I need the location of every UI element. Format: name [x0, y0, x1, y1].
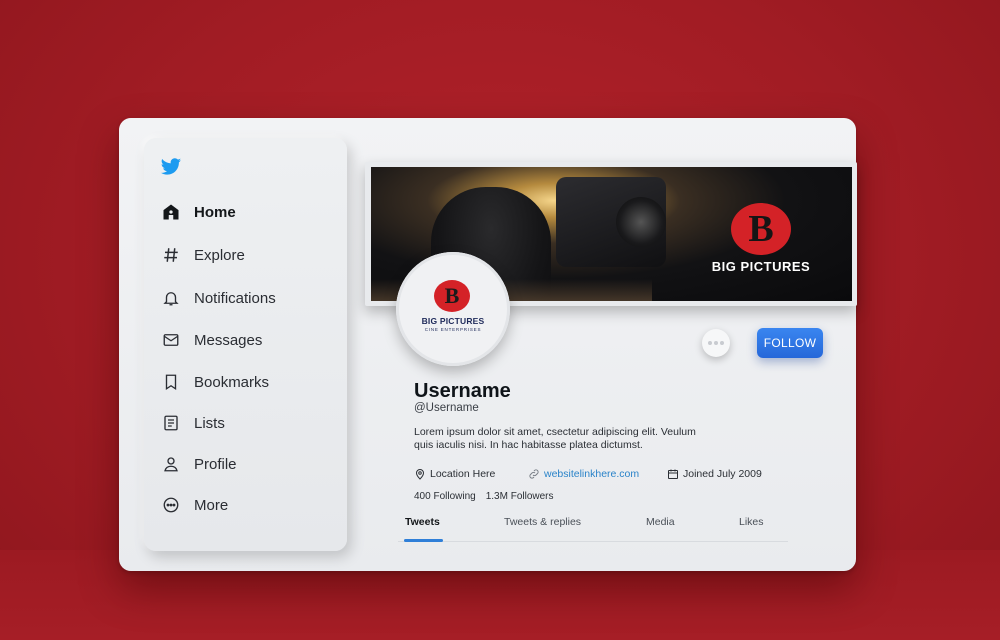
bookmark-icon [160, 371, 182, 393]
home-icon [160, 201, 182, 223]
brand-name: BIG PICTURES [711, 259, 811, 274]
sidebar-item-more[interactable]: More [160, 492, 228, 518]
avatar[interactable]: B BIG PICTURES CINE ENTERPRISES [396, 252, 510, 366]
profile-website[interactable]: websitelinkhere.com [528, 468, 639, 480]
sidebar-item-label: Messages [194, 331, 263, 349]
profile-handle: @Username [414, 402, 479, 414]
tab-tweets[interactable]: Tweets [405, 516, 440, 528]
active-tab-indicator [404, 539, 443, 542]
dot-icon [714, 341, 718, 345]
location-pin-icon [414, 468, 426, 480]
avatar-logo-letter: B [444, 283, 460, 308]
avatar-logo: B [434, 280, 470, 312]
tab-tweets-replies[interactable]: Tweets & replies [504, 516, 581, 528]
followers-count[interactable]: 1.3M Followers [486, 491, 554, 502]
sidebar-item-label: More [194, 496, 229, 514]
calendar-icon [667, 468, 679, 480]
sidebar-item-lists[interactable]: Lists [160, 410, 225, 436]
envelope-icon [160, 329, 182, 351]
profile-location: Location Here [414, 468, 495, 480]
link-icon [528, 468, 540, 480]
list-icon [160, 412, 182, 434]
following-count[interactable]: 400 Following [414, 491, 476, 502]
banner-camera-lens [616, 197, 666, 247]
profile-name: Username [414, 380, 511, 402]
sidebar-item-label: Profile [194, 455, 237, 473]
sidebar-item-home[interactable]: Home [160, 199, 236, 225]
avatar-title: BIG PICTURES [421, 316, 485, 326]
sidebar-item-messages[interactable]: Messages [160, 327, 262, 353]
follow-button[interactable]: FOLLOW [757, 328, 823, 358]
bell-icon [160, 287, 182, 309]
sidebar-item-label: Bookmarks [194, 373, 270, 391]
sidebar-item-label: Home [194, 203, 236, 221]
profile-bio: Lorem ipsum dolor sit amet, csectetur ad… [414, 426, 696, 451]
dot-icon [720, 341, 724, 345]
sidebar-item-bookmarks[interactable]: Bookmarks [160, 369, 269, 395]
brand-logo-letter: B [748, 208, 774, 250]
location-text: Location Here [430, 468, 496, 480]
website-link[interactable]: websitelinkhere.com [544, 468, 639, 480]
tab-media[interactable]: Media [646, 516, 675, 528]
avatar-subtitle: CINE ENTERPRISES [424, 327, 482, 332]
profile-joined: Joined July 2009 [667, 468, 762, 480]
sidebar-item-explore[interactable]: Explore [160, 242, 245, 268]
sidebar-item-label: Notifications [194, 289, 276, 307]
tab-divider [398, 541, 788, 542]
sidebar: Home Explore Notifications Messages Book… [144, 138, 347, 551]
hashtag-icon [160, 244, 182, 266]
brand-logo: B [731, 203, 791, 255]
profile-stats: 400 Following 1.3M Followers [414, 491, 554, 502]
tab-likes[interactable]: Likes [739, 516, 764, 528]
dot-icon [708, 341, 712, 345]
sidebar-item-profile[interactable]: Profile [160, 451, 237, 477]
sidebar-item-notifications[interactable]: Notifications [160, 285, 276, 311]
joined-text: Joined July 2009 [683, 468, 762, 480]
more-options-button[interactable] [702, 329, 730, 357]
sidebar-item-label: Lists [194, 414, 225, 432]
bird-icon[interactable] [160, 156, 182, 178]
sidebar-item-label: Explore [194, 246, 245, 264]
more-circle-icon [160, 494, 182, 516]
person-icon [160, 453, 182, 475]
